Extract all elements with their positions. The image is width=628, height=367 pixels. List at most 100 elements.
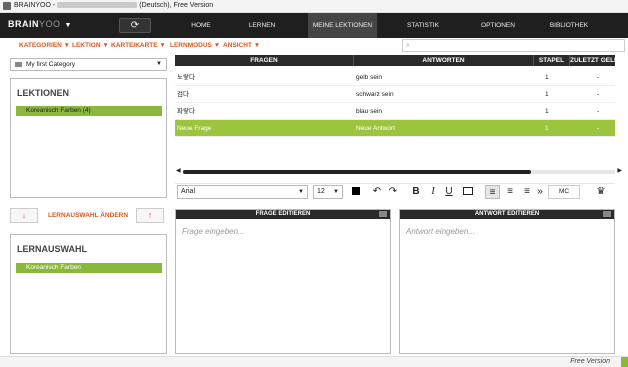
more-tools-button[interactable]: » xyxy=(535,185,545,199)
tab-bibliothek[interactable]: BIBLIOTHEK xyxy=(538,13,600,38)
move-up-button[interactable]: ↑ xyxy=(136,208,164,223)
frage-editor[interactable]: FRAGE EDITIEREN Frage eingeben... xyxy=(175,209,391,354)
trophy-icon: ♛ xyxy=(596,186,606,197)
column-header-stapel[interactable]: STAPEL xyxy=(533,55,569,66)
folder-icon xyxy=(15,62,22,67)
bold-button[interactable]: B xyxy=(410,185,422,199)
mc-button[interactable]: MC xyxy=(548,185,580,199)
align-center-button[interactable]: ≡ xyxy=(503,185,517,199)
column-header-zuletzt[interactable]: ZULETZT GELE xyxy=(569,55,615,66)
sync-button[interactable]: ⟳ xyxy=(119,18,151,33)
table-row[interactable]: 검다 schwarz sein 1 - xyxy=(175,86,615,103)
cell-antwort: schwarz sein xyxy=(356,91,394,98)
insert-image-button[interactable] xyxy=(461,185,475,199)
tab-statistik[interactable]: STATISTIK xyxy=(398,13,448,38)
cell-stapel: 1 xyxy=(545,108,549,115)
brainyoo-logo[interactable]: BRAINYOO ▼ xyxy=(8,19,72,29)
table-row[interactable]: 파랗다 blau sein 1 - xyxy=(175,103,615,120)
tab-meine-lektionen[interactable]: MEINE LEKTIONEN xyxy=(308,13,377,38)
bold-icon: B xyxy=(412,186,420,197)
window-title-prefix: BRAINYOO - xyxy=(14,2,56,9)
lernauswahl-panel: LERNAUSWAHL Koreanisch Farben xyxy=(10,234,167,354)
align-left-button[interactable]: ≡ xyxy=(485,185,500,199)
font-family-select[interactable]: Arial ▼ xyxy=(177,185,308,199)
grid-header: FRAGEN ANTWORTEN STAPEL ZULETZT GELE xyxy=(175,55,615,66)
antwort-editor[interactable]: ANTWORT EDITIEREN Antwort eingeben... xyxy=(399,209,615,354)
frage-input-placeholder[interactable]: Frage eingeben... xyxy=(182,227,245,236)
antwort-input-placeholder[interactable]: Antwort eingeben... xyxy=(406,227,475,236)
sync-icon: ⟳ xyxy=(130,20,140,31)
cell-zuletzt: - xyxy=(597,108,600,115)
redo-button[interactable]: ↷ xyxy=(387,185,399,199)
align-left-icon: ≡ xyxy=(489,187,496,198)
version-label: Free Version xyxy=(570,358,610,365)
app-icon xyxy=(3,2,11,10)
align-right-icon: ≡ xyxy=(524,186,530,197)
scrollbar-thumb[interactable] xyxy=(183,170,531,174)
tab-home[interactable]: HOME xyxy=(176,13,226,38)
scroll-right-icon[interactable]: ▶ xyxy=(617,167,622,174)
expand-icon[interactable] xyxy=(603,211,611,217)
left-sidebar: My first Category ▼ LEKTIONEN Koreanisch… xyxy=(10,54,167,357)
chevron-down-icon: ▼ xyxy=(333,189,339,195)
frage-editor-header: FRAGE EDITIEREN xyxy=(176,210,390,219)
redacted-text xyxy=(57,2,138,9)
cell-antwort: gelb sein xyxy=(356,74,383,81)
text-color-button[interactable] xyxy=(351,185,361,199)
italic-icon: I xyxy=(431,186,435,197)
column-header-antworten[interactable]: ANTWORTEN xyxy=(353,55,533,66)
redo-icon: ↷ xyxy=(388,186,398,197)
move-down-button[interactable]: ↓ xyxy=(10,208,38,223)
table-row[interactable]: 노랗다 gelb sein 1 - xyxy=(175,69,615,86)
undo-button[interactable]: ↶ xyxy=(371,185,383,199)
resize-grip[interactable] xyxy=(621,357,628,367)
align-center-icon: ≡ xyxy=(507,186,513,197)
search-icon: ⌕ xyxy=(406,42,410,49)
expand-icon[interactable] xyxy=(379,211,387,217)
cell-zuletzt: - xyxy=(597,125,600,132)
menu-karteikarte[interactable]: KARTEIKARTE ▼ xyxy=(111,42,166,49)
horizontal-scrollbar[interactable]: ◀ ▶ xyxy=(176,168,622,174)
cell-antwort: Neue Antwort xyxy=(356,125,396,132)
font-size-select[interactable]: 12 ▼ xyxy=(313,185,343,199)
chevron-down-icon: ▼ xyxy=(156,61,162,67)
search-input[interactable]: ⌕ xyxy=(402,39,625,52)
chevron-down-icon: ▼ xyxy=(298,189,304,195)
lektionen-heading: LEKTIONEN xyxy=(17,88,70,98)
window-title-suffix: (Deutsch), Free Version xyxy=(139,2,214,9)
arrow-up-icon: ↑ xyxy=(147,210,153,220)
image-icon xyxy=(463,187,473,196)
undo-icon: ↶ xyxy=(372,186,382,197)
underline-icon: U xyxy=(445,186,453,197)
menu-lektion[interactable]: LEKTION ▼ xyxy=(72,42,109,49)
table-row-selected[interactable]: Neue Frage Neue Antwort 1 - xyxy=(175,120,615,137)
font-size-value: 12 xyxy=(317,188,325,195)
align-right-button[interactable]: ≡ xyxy=(520,185,534,199)
lernauswahl-heading: LERNAUSWAHL xyxy=(17,244,87,254)
double-chevron-icon: » xyxy=(537,186,543,197)
lektion-item[interactable]: Koreanisch Farben (4) xyxy=(16,106,162,116)
italic-button[interactable]: I xyxy=(427,185,439,199)
logo-dropdown-icon: ▼ xyxy=(64,22,72,29)
color-swatch-icon xyxy=(352,187,360,196)
column-header-fragen[interactable]: FRAGEN xyxy=(175,55,353,66)
menu-lernmodus[interactable]: LERNMODUS ▼ xyxy=(170,42,220,49)
cell-frage: 파랗다 xyxy=(177,108,195,115)
lernauswahl-item[interactable]: Koreanisch Farben xyxy=(16,263,162,273)
category-select-value: My first Category xyxy=(26,61,76,68)
cell-stapel: 1 xyxy=(545,125,549,132)
menu-kategorien[interactable]: KATEGORIEN ▼ xyxy=(19,42,70,49)
status-bar: Free Version xyxy=(0,356,628,367)
cell-frage: 노랗다 xyxy=(177,74,195,81)
menu-ansicht[interactable]: ANSICHT ▼ xyxy=(223,42,260,49)
frage-editor-title: FRAGE EDITIEREN xyxy=(255,211,311,217)
tab-optionen[interactable]: OPTIONEN xyxy=(469,13,527,38)
underline-button[interactable]: U xyxy=(443,185,455,199)
lernauswahl-aendern-button[interactable]: LERNAUSWAHL ÄNDERN xyxy=(48,212,128,219)
learn-button[interactable]: ♛ xyxy=(593,185,609,199)
arrow-down-icon: ↓ xyxy=(21,210,27,220)
tab-lernen[interactable]: LERNEN xyxy=(237,13,287,38)
font-family-value: Arial xyxy=(181,188,196,195)
scroll-left-icon[interactable]: ◀ xyxy=(176,167,181,174)
category-select[interactable]: My first Category ▼ xyxy=(10,58,167,71)
